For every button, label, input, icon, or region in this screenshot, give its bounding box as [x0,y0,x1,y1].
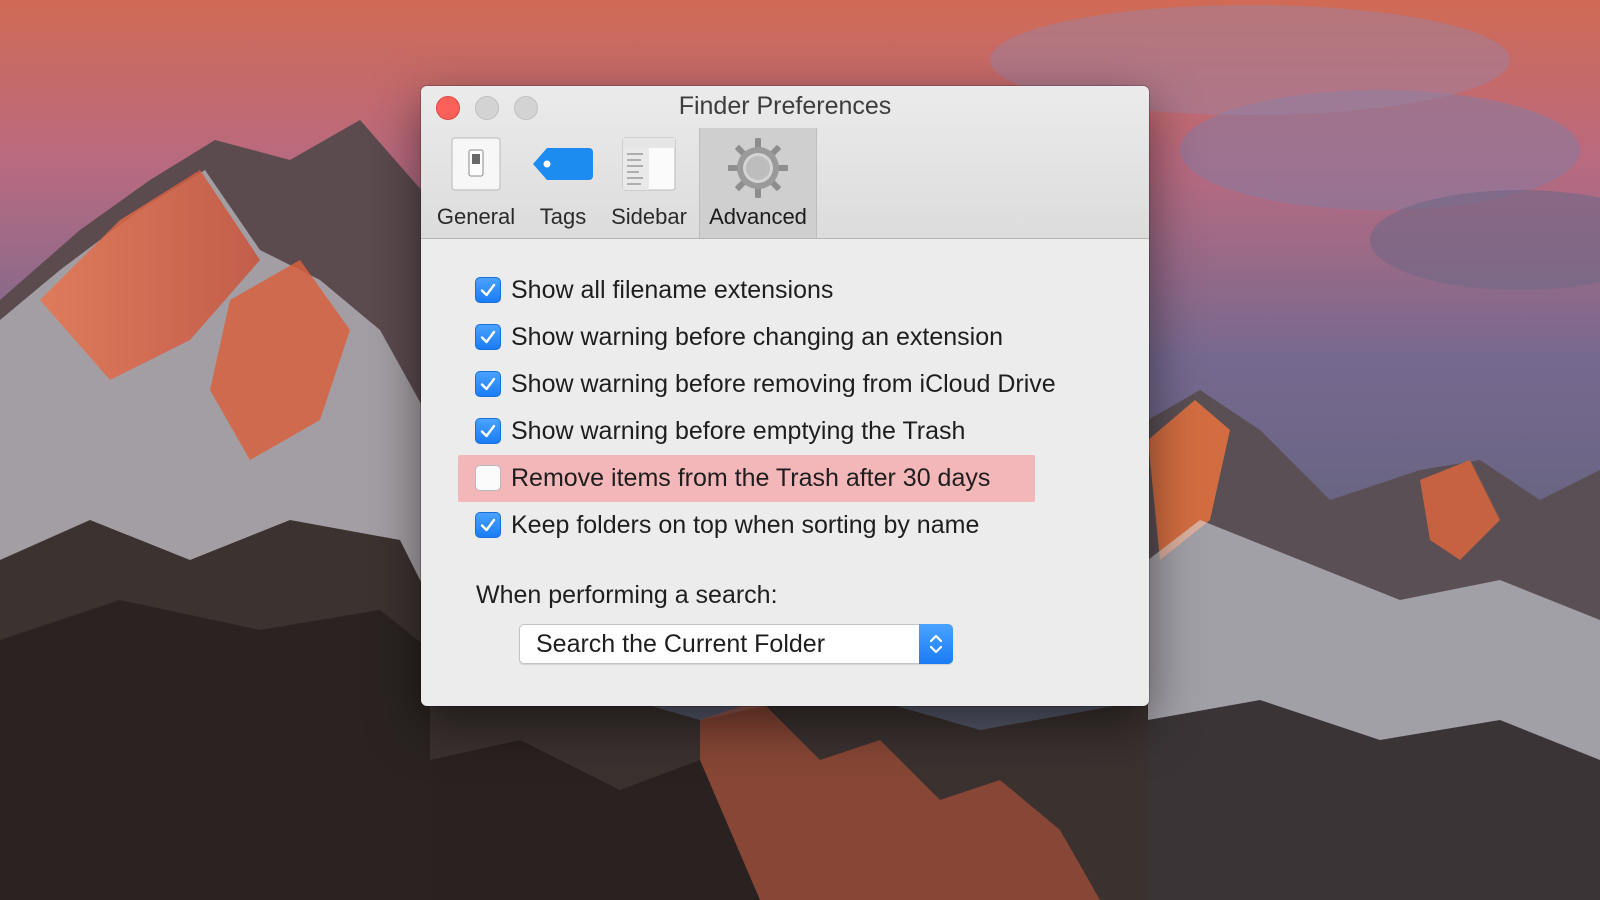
gear-icon [726,136,790,205]
checkmark-icon [480,424,496,438]
chevron-updown-icon[interactable] [919,624,953,664]
sidebar-icon [621,136,677,197]
checkmark-icon [480,330,496,344]
tab-general-label: General [436,204,516,229]
checkbox-checked[interactable] [475,418,501,444]
option-label: Show warning before removing from iCloud… [511,369,1056,398]
option-label: Show warning before emptying the Trash [511,416,966,445]
tab-tags-label: Tags [539,204,587,229]
tab-sidebar-label: Sidebar [611,204,687,229]
option-warn-icloud-remove[interactable]: Show warning before removing from iCloud… [475,364,1056,404]
checkbox-checked[interactable] [475,277,501,303]
tab-tags[interactable]: Tags [525,128,601,238]
window-title: Finder Preferences [678,92,892,120]
option-warn-empty-trash[interactable]: Show warning before emptying the Trash [475,411,965,451]
option-show-extensions[interactable]: Show all filename extensions [475,270,833,310]
tab-advanced-label: Advanced [709,204,807,229]
tab-advanced[interactable]: Advanced [699,128,817,238]
checkbox-checked[interactable] [475,512,501,538]
search-scope-value: Search the Current Folder [536,630,826,658]
tab-general[interactable]: General [431,128,521,238]
option-label: Show all filename extensions [511,275,834,304]
option-label: Keep folders on top when sorting by name [511,510,980,539]
checkbox-unchecked[interactable] [475,465,501,491]
tab-sidebar[interactable]: Sidebar [607,128,691,238]
checkbox-checked[interactable] [475,371,501,397]
checkmark-icon [480,518,496,532]
option-folders-on-top[interactable]: Keep folders on top when sorting by name [475,505,979,545]
option-label: Remove items from the Trash after 30 day… [511,463,991,492]
search-scope-label: When performing a search: [476,581,778,609]
checkmark-icon [480,377,496,391]
general-switch-icon [448,136,504,197]
advanced-pane: Show all filename extensions Show warnin… [421,239,1149,706]
tag-icon [531,136,595,197]
option-warn-extension-change[interactable]: Show warning before changing an extensio… [475,317,1003,357]
option-label: Show warning before changing an extensio… [511,322,1004,351]
option-remove-trash-30-days[interactable]: Remove items from the Trash after 30 day… [475,458,990,498]
search-scope-popup[interactable]: Search the Current Folder [519,624,953,664]
checkbox-checked[interactable] [475,324,501,350]
preferences-toolbar: Finder Preferences General Tags Sidebar … [421,86,1149,239]
finder-preferences-window: Finder Preferences General Tags Sidebar … [421,86,1149,706]
checkmark-icon [480,283,496,297]
